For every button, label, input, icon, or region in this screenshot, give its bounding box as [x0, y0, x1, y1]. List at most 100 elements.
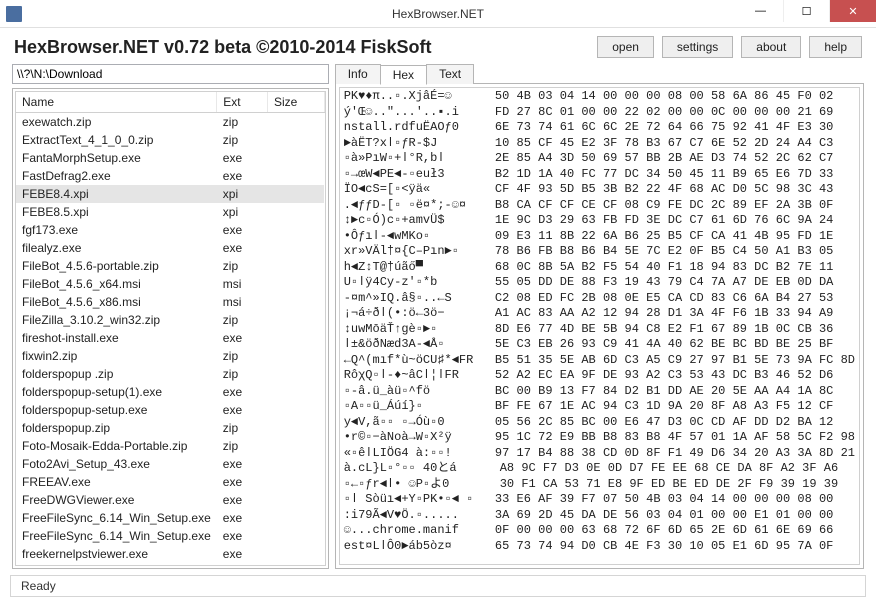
col-ext[interactable]: Ext — [217, 92, 268, 113]
tab-text[interactable]: Text — [426, 64, 474, 84]
cell-size — [268, 293, 325, 311]
table-row[interactable]: FreeFileSync_6.14_Win_Setup.exeexe — [16, 509, 324, 527]
table-row[interactable]: fgf173.exeexe — [16, 221, 324, 239]
table-row[interactable]: FileZilla_3.10.2_win32.zipzip — [16, 311, 324, 329]
cell-size — [268, 401, 325, 419]
cell-size — [268, 347, 325, 365]
cell-ext: exe — [217, 167, 268, 185]
table-row[interactable]: FileBot_4.5.6_x86.msimsi — [16, 293, 324, 311]
cell-ext: zip — [217, 257, 268, 275]
cell-name: FREEAV.exe — [16, 473, 217, 491]
cell-name: FantaMorphSetup.exe — [16, 149, 217, 167]
tab-hex[interactable]: Hex — [380, 65, 427, 85]
table-row[interactable]: FREEAV.exeexe — [16, 473, 324, 491]
cell-name: FreeFileSync_6.14_Win_Setup.exe — [16, 509, 217, 527]
cell-ext: exe — [217, 221, 268, 239]
cell-size — [268, 527, 325, 545]
cell-size — [268, 203, 325, 221]
table-row[interactable]: fireshot-install.exeexe — [16, 329, 324, 347]
help-button[interactable]: help — [809, 36, 862, 58]
table-row[interactable]: folderspopup-setup(1).exeexe — [16, 383, 324, 401]
tab-bar: Info Hex Text — [335, 64, 864, 84]
cell-size — [268, 167, 325, 185]
cell-ext: zip — [217, 311, 268, 329]
table-row[interactable]: Foto-Mosaik-Edda-Portable.zipzip — [16, 437, 324, 455]
table-row[interactable]: fixwin2.zipzip — [16, 347, 324, 365]
cell-size — [268, 131, 325, 149]
tab-info[interactable]: Info — [335, 64, 381, 84]
table-row[interactable]: FastDefrag2.exeexe — [16, 167, 324, 185]
cell-ext: zip — [217, 365, 268, 383]
cell-ext: zip — [217, 437, 268, 455]
cell-ext: exe — [217, 239, 268, 257]
open-button[interactable]: open — [597, 36, 654, 58]
cell-ext: exe — [217, 527, 268, 545]
table-row[interactable]: FreeDWGViewer.exeexe — [16, 491, 324, 509]
status-bar: Ready — [10, 575, 866, 597]
cell-ext: msi — [217, 293, 268, 311]
cell-name: FileBot_4.5.6_x86.msi — [16, 293, 217, 311]
cell-size — [268, 491, 325, 509]
cell-ext: exe — [217, 545, 268, 563]
cell-ext: zip — [217, 419, 268, 437]
cell-size — [268, 113, 325, 132]
table-row[interactable]: filealyz.exeexe — [16, 239, 324, 257]
cell-name: FEBE8.5.xpi — [16, 203, 217, 221]
toolbar: HexBrowser.NET v0.72 beta ©2010-2014 Fis… — [0, 28, 876, 64]
cell-name: exewatch.zip — [16, 113, 217, 132]
table-row[interactable]: ExtractText_4_1_0_0.zipzip — [16, 131, 324, 149]
cell-size — [268, 383, 325, 401]
hex-view[interactable]: PK♥♦π..▫.XjâÉ=☺ 50 4B 03 04 14 00 00 00 … — [339, 87, 860, 565]
cell-size — [268, 185, 325, 203]
file-list[interactable]: Name Ext Size exewatch.zipzipExtractText… — [15, 91, 326, 566]
col-size[interactable]: Size — [268, 92, 325, 113]
cell-name: folderspopup-setup.exe — [16, 401, 217, 419]
cell-name: folderspopup.zip — [16, 419, 217, 437]
cell-ext: zip — [217, 347, 268, 365]
cell-ext: msi — [217, 275, 268, 293]
table-row[interactable]: freekernelpstviewer.exeexe — [16, 545, 324, 563]
cell-name: FileBot_4.5.6_x64.msi — [16, 275, 217, 293]
minimize-button[interactable]: — — [738, 0, 784, 22]
table-row[interactable]: FantaMorphSetup.exeexe — [16, 149, 324, 167]
settings-button[interactable]: settings — [662, 36, 733, 58]
table-row[interactable]: Foto2Avi_Setup_43.exeexe — [16, 455, 324, 473]
col-name[interactable]: Name — [16, 92, 217, 113]
cell-name: FastDefrag2.exe — [16, 167, 217, 185]
cell-ext: exe — [217, 149, 268, 167]
about-button[interactable]: about — [741, 36, 801, 58]
cell-size — [268, 473, 325, 491]
maximize-button[interactable]: ☐ — [784, 0, 830, 22]
table-row[interactable]: folderspopup-setup.exeexe — [16, 401, 324, 419]
cell-size — [268, 221, 325, 239]
close-button[interactable]: ✕ — [830, 0, 876, 22]
cell-ext: exe — [217, 329, 268, 347]
table-row[interactable]: FEBE8.5.xpixpi — [16, 203, 324, 221]
table-row[interactable]: FreeFileSync_6.14_Win_Setup.exeexe — [16, 527, 324, 545]
cell-ext: exe — [217, 473, 268, 491]
cell-size — [268, 149, 325, 167]
cell-name: folderspopup-setup(1).exe — [16, 383, 217, 401]
cell-name: FreeDWGViewer.exe — [16, 491, 217, 509]
table-row[interactable]: exewatch.zipzip — [16, 113, 324, 132]
window-title: HexBrowser.NET — [392, 7, 484, 21]
table-row[interactable]: FileBot_4.5.6_x64.msimsi — [16, 275, 324, 293]
cell-ext: exe — [217, 383, 268, 401]
cell-name: filealyz.exe — [16, 239, 217, 257]
cell-size — [268, 275, 325, 293]
cell-name: FileBot_4.5.6-portable.zip — [16, 257, 217, 275]
path-input[interactable] — [12, 64, 329, 84]
table-row[interactable]: FEBE8.4.xpixpi — [16, 185, 324, 203]
cell-size — [268, 419, 325, 437]
cell-name: fireshot-install.exe — [16, 329, 217, 347]
cell-size — [268, 329, 325, 347]
table-row[interactable]: FileBot_4.5.6-portable.zipzip — [16, 257, 324, 275]
cell-size — [268, 239, 325, 257]
table-row[interactable]: folderspopup.zipzip — [16, 419, 324, 437]
app-header: HexBrowser.NET v0.72 beta ©2010-2014 Fis… — [14, 37, 431, 58]
cell-name: fgf173.exe — [16, 221, 217, 239]
table-row[interactable]: folderspopup .zipzip — [16, 365, 324, 383]
cell-name: FreeFileSync_6.14_Win_Setup.exe — [16, 527, 217, 545]
cell-name: folderspopup .zip — [16, 365, 217, 383]
cell-size — [268, 257, 325, 275]
